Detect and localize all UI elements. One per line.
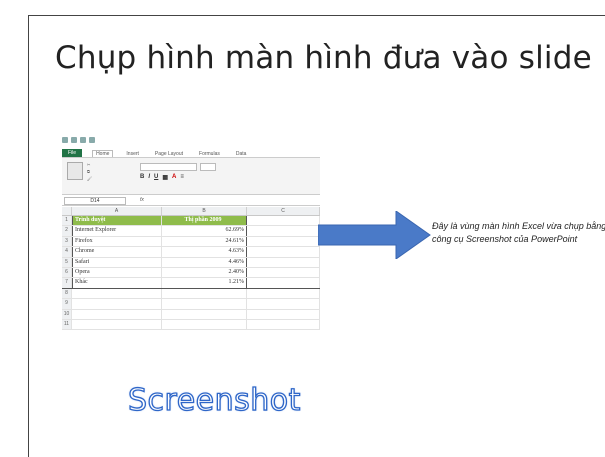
row-number: 6	[62, 267, 72, 278]
cell-a: Khác	[72, 278, 162, 288]
right-arrow-shape[interactable]	[318, 211, 432, 259]
row-number: 9	[62, 299, 72, 309]
cell-b: 24.61%	[162, 236, 247, 247]
bold-icon: B	[140, 174, 145, 180]
table-row: 1 Trình duyệt Thị phần 2009	[62, 216, 320, 227]
row-number: 4	[62, 247, 72, 257]
excel-logo-icon	[62, 137, 68, 143]
paste-icon	[67, 162, 83, 180]
cell-b	[162, 319, 247, 330]
cell-c	[247, 236, 320, 247]
spreadsheet-grid: A B C 1 Trình duyệt Thị phần 2009 2 Inte…	[62, 207, 320, 331]
row-number: 11	[62, 319, 72, 330]
cell-b: 2.40%	[162, 267, 247, 278]
cell-b: Thị phần 2009	[162, 216, 247, 226]
cell-b	[162, 309, 247, 319]
cell-b	[162, 288, 247, 299]
font-style-buttons: B I U ▦ A ≡	[140, 174, 184, 181]
tab-file: File	[62, 149, 83, 157]
formula-bar: D14 fx	[62, 196, 320, 206]
cell-c	[247, 247, 320, 257]
tab-data: Data	[235, 151, 247, 157]
format-painter-icon: 🖌	[87, 176, 93, 181]
tab-formulas: Formulas	[199, 151, 220, 157]
cell-c	[247, 288, 320, 299]
row-number: 2	[62, 226, 72, 236]
table-row: 8	[62, 288, 320, 300]
column-headers: A B C	[62, 207, 320, 216]
table-row: 3 Firefox 24.61%	[62, 236, 320, 248]
tab-insert: Insert	[126, 151, 139, 157]
cell-b: 1.21%	[162, 278, 247, 288]
cell-b: 62.69%	[162, 226, 247, 236]
cell-a	[72, 319, 162, 330]
italic-icon: I	[148, 174, 151, 180]
save-icon	[71, 137, 77, 143]
table-row: 6 Opera 2.40%	[62, 267, 320, 279]
row-number: 1	[62, 216, 72, 226]
font-name-box	[140, 163, 197, 171]
table-row: 2 Internet Explorer 62.69%	[62, 226, 320, 237]
tab-home: Home	[92, 150, 114, 157]
cell-a	[72, 299, 162, 309]
row-number: 3	[62, 236, 72, 247]
cell-a: Opera	[72, 267, 162, 278]
tab-page-layout: Page Layout	[154, 151, 184, 157]
slide-title[interactable]: Chụp hình màn hình đưa vào slide	[55, 40, 592, 76]
font-size-box	[200, 163, 216, 171]
table-row: 5 Safari 4.46%	[62, 257, 320, 268]
cell-c	[247, 309, 320, 319]
cell-a: Trình duyệt	[72, 216, 162, 226]
ribbon: ✂ ⧉ 🖌 B I U ▦ A ≡	[62, 158, 320, 195]
screenshot-wordart[interactable]: Screenshot	[127, 382, 301, 418]
table-row: 4 Chrome 4.63%	[62, 247, 320, 258]
border-icon: ▦	[162, 175, 169, 181]
cell-c	[247, 267, 320, 278]
table-row: 11	[62, 319, 320, 331]
cell-c	[247, 319, 320, 330]
column-header-c: C	[247, 207, 320, 215]
quick-access-toolbar	[62, 135, 152, 145]
table-row: 7 Khác 1.21%	[62, 278, 320, 289]
cell-a: Internet Explorer	[72, 226, 162, 236]
cell-b: 4.63%	[162, 247, 247, 257]
excel-screenshot-image[interactable]: File Home Insert Page Layout Formulas Da…	[62, 135, 320, 385]
align-icon: ≡	[180, 174, 184, 180]
undo-icon	[80, 137, 86, 143]
cell-c	[247, 226, 320, 236]
cell-a: Firefox	[72, 236, 162, 247]
copy-icon: ⧉	[87, 169, 90, 174]
row-number: 10	[62, 309, 72, 319]
cell-b: 4.46%	[162, 257, 247, 267]
name-box: D14	[64, 197, 126, 205]
cell-c	[247, 257, 320, 267]
callout-note[interactable]: Đây là vùng màn hình Excel vừa chụp bằng…	[432, 220, 605, 245]
font-color-icon: A	[172, 174, 177, 180]
cell-c	[247, 278, 320, 288]
cell-b	[162, 299, 247, 309]
ribbon-tabs: File Home Insert Page Layout Formulas Da…	[62, 147, 320, 158]
underline-icon: U	[154, 174, 159, 180]
column-header-b: B	[162, 207, 247, 215]
cell-a	[72, 309, 162, 319]
row-number: 5	[62, 257, 72, 267]
cell-a: Safari	[72, 257, 162, 267]
cell-c	[247, 216, 320, 226]
cell-a	[72, 288, 162, 299]
fx-icon: fx	[140, 197, 144, 203]
column-header-a: A	[72, 207, 162, 215]
arrow-polygon	[318, 211, 431, 259]
table-row: 9	[62, 299, 320, 310]
row-number: 7	[62, 278, 72, 288]
table-row: 10	[62, 309, 320, 320]
redo-icon	[89, 137, 95, 143]
cell-a: Chrome	[72, 247, 162, 257]
corner-cell	[62, 207, 72, 215]
row-number: 8	[62, 288, 72, 299]
cut-icon: ✂	[87, 162, 91, 167]
cell-c	[247, 299, 320, 309]
